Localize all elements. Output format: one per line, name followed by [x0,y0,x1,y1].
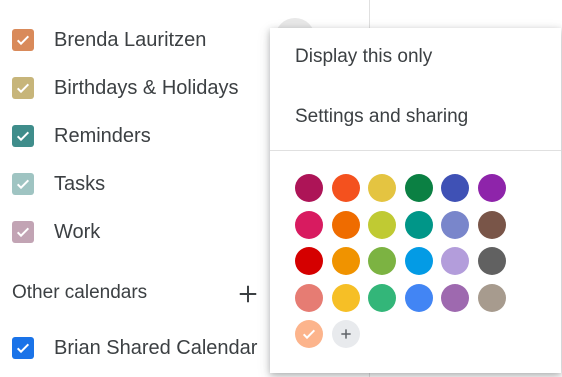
color-swatch[interactable] [368,174,396,202]
color-swatch[interactable] [441,174,469,202]
color-swatch[interactable] [441,247,469,275]
color-swatch[interactable] [441,283,469,312]
color-swatch[interactable] [404,210,433,239]
color-swatch[interactable] [404,283,433,312]
calendar-label: Tasks [54,172,106,195]
calendar-label: Brenda Lauritzen [54,28,207,51]
color-swatch[interactable] [477,174,506,202]
calendar-label: Work [54,220,101,243]
color-swatch[interactable] [477,283,506,312]
check-icon [302,329,316,340]
color-swatch[interactable] [295,174,323,202]
calendar-item-work[interactable]: Work [12,216,100,248]
color-swatch[interactable] [331,174,360,202]
calendar-item-brian-shared[interactable]: Brian Shared Calendar [12,332,257,364]
check-icon [16,35,30,46]
color-swatch[interactable] [477,247,506,275]
color-swatch[interactable] [295,283,323,312]
calendar-label: Reminders [54,124,151,147]
calendar-item-tasks[interactable]: Tasks [12,168,105,200]
check-icon [16,343,30,354]
calendar-item-brenda-lauritzen[interactable]: Brenda Lauritzen [12,24,206,56]
calendar-checkbox[interactable] [12,125,34,147]
other-calendars-heading: Other calendars [12,282,148,303]
color-swatch[interactable] [331,283,360,312]
settings-and-sharing-item[interactable]: Settings and sharing [270,90,561,144]
display-this-only-item[interactable]: Display this only [270,30,561,84]
calendar-label: Brian Shared Calendar [54,336,258,359]
check-icon [16,131,30,142]
calendar-item-birthdays-holidays[interactable]: Birthdays & Holidays [12,72,239,104]
color-swatch[interactable] [368,210,396,239]
check-icon [16,179,30,190]
add-other-calendar-button[interactable] [232,278,264,310]
color-swatch[interactable] [295,247,323,275]
color-swatch[interactable] [331,247,360,275]
menu-divider [270,150,561,151]
color-swatch[interactable] [368,247,396,275]
calendar-checkbox[interactable] [12,221,34,243]
color-swatch[interactable] [295,210,323,239]
plus-icon [239,285,257,303]
calendar-checkbox[interactable] [12,337,34,359]
calendar-label: Birthdays & Holidays [54,76,239,99]
color-swatch[interactable] [404,247,433,275]
color-swatch[interactable] [331,210,360,239]
calendar-checkbox[interactable] [12,173,34,195]
color-swatch[interactable] [441,210,469,239]
color-swatch[interactable] [477,210,506,239]
calendar-item-reminders[interactable]: Reminders [12,120,151,152]
check-icon [16,83,30,94]
calendar-checkbox[interactable] [12,77,34,99]
plus-icon [340,329,351,339]
color-swatch-selected[interactable] [295,320,323,348]
calendar-options-menu: Display this only Settings and sharing [270,28,561,373]
add-custom-color-button[interactable] [331,320,360,348]
color-swatch[interactable] [404,174,433,202]
check-icon [16,227,30,238]
color-swatch[interactable] [368,283,396,312]
calendar-checkbox[interactable] [12,29,34,51]
